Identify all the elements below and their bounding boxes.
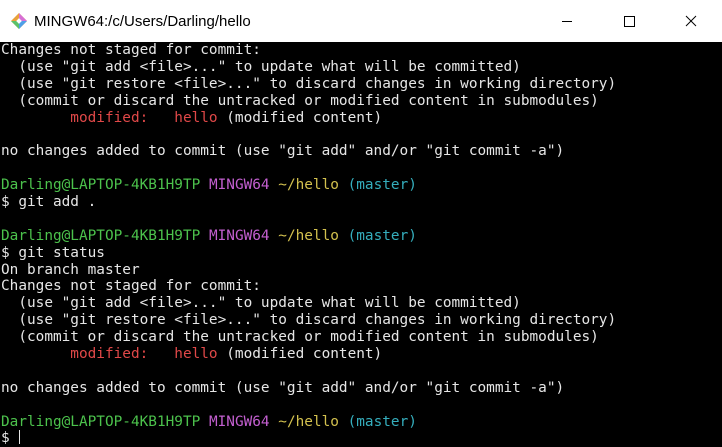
terminal-line: (use "git restore <file>..." to discard …	[1, 76, 722, 93]
terminal-text: On branch master	[1, 261, 140, 278]
terminal-line: Darling@LAPTOP-4KB1H9TP MINGW64 ~/hello …	[1, 414, 722, 431]
terminal-line: (commit or discard the untracked or modi…	[1, 93, 722, 110]
terminal-line: modified: hello (modified content)	[1, 110, 722, 127]
terminal-text: MINGW64	[208, 413, 270, 430]
terminal-text: Changes not staged for commit:	[1, 42, 261, 58]
terminal-line: Darling@LAPTOP-4KB1H9TP MINGW64 ~/hello …	[1, 228, 722, 245]
minimize-button[interactable]	[536, 0, 598, 42]
window-controls	[536, 0, 722, 42]
maximize-icon	[624, 16, 635, 27]
git-bash-diamond-icon[interactable]	[10, 12, 28, 30]
terminal-text: Changes not staged for commit:	[1, 278, 261, 295]
title-bar[interactable]: MINGW64:/c/Users/Darling/hello	[0, 0, 722, 42]
terminal-text: (master)	[347, 177, 417, 194]
terminal-line: no changes added to commit (use "git add…	[1, 143, 722, 160]
maximize-button[interactable]	[598, 0, 660, 42]
terminal-window: MINGW64:/c/Users/Darling/hello Changes n…	[0, 0, 722, 447]
terminal-line: $ git status	[1, 245, 722, 262]
terminal-line: (use "git add <file>..." to update what …	[1, 59, 722, 76]
terminal-line: modified: hello (modified content)	[1, 346, 722, 363]
terminal-text: $ git add .	[1, 194, 97, 211]
terminal-line: Darling@LAPTOP-4KB1H9TP MINGW64 ~/hello …	[1, 177, 722, 194]
terminal-text: MINGW64	[208, 227, 270, 244]
close-button[interactable]	[660, 0, 722, 42]
window-title: MINGW64:/c/Users/Darling/hello	[34, 12, 251, 30]
terminal-text: modified: hello	[1, 346, 218, 363]
terminal-line: Changes not staged for commit:	[1, 278, 722, 295]
terminal-line: (use "git add <file>..." to update what …	[1, 295, 722, 312]
text-cursor	[19, 430, 21, 445]
terminal-text: (master)	[347, 227, 417, 244]
terminal-text: (master)	[347, 413, 417, 430]
terminal-line: Changes not staged for commit:	[1, 42, 722, 59]
terminal-line: On branch master	[1, 262, 722, 279]
terminal-text: (modified content)	[217, 109, 383, 126]
prompt-line[interactable]: $	[1, 430, 722, 447]
terminal-text: (use "git add <file>..." to update what …	[1, 58, 521, 75]
terminal-text: ~/hello	[278, 177, 339, 194]
terminal-output[interactable]: Changes not staged for commit: (use "git…	[0, 42, 722, 447]
terminal-text: MINGW64	[208, 177, 270, 194]
terminal-text: Darling@LAPTOP-4KB1H9TP	[1, 413, 201, 430]
terminal-text: (commit or discard the untracked or modi…	[1, 92, 599, 109]
terminal-line: no changes added to commit (use "git add…	[1, 380, 722, 397]
terminal-text: ~/hello	[278, 227, 339, 244]
terminal-text: $ git status	[1, 244, 105, 261]
terminal-text: no changes added to commit (use "git add…	[1, 379, 565, 396]
terminal-line: $ git add .	[1, 194, 722, 211]
terminal-text: modified: hello	[1, 109, 218, 126]
terminal-text: Darling@LAPTOP-4KB1H9TP	[1, 227, 201, 244]
minimize-icon	[562, 21, 572, 22]
close-icon	[685, 15, 697, 27]
terminal-text: ~/hello	[278, 413, 339, 430]
terminal-text: (use "git add <file>..." to update what …	[1, 295, 521, 312]
prompt-symbol: $	[1, 430, 19, 447]
terminal-text: (modified content)	[217, 346, 383, 363]
terminal-line: (commit or discard the untracked or modi…	[1, 329, 722, 346]
terminal-text: (use "git restore <file>..." to discard …	[1, 75, 617, 92]
terminal-text: (use "git restore <file>..." to discard …	[1, 312, 617, 329]
terminal-text: (commit or discard the untracked or modi…	[1, 329, 599, 346]
terminal-text: no changes added to commit (use "git add…	[1, 143, 565, 160]
terminal-text: Darling@LAPTOP-4KB1H9TP	[1, 177, 201, 194]
terminal-line: (use "git restore <file>..." to discard …	[1, 312, 722, 329]
